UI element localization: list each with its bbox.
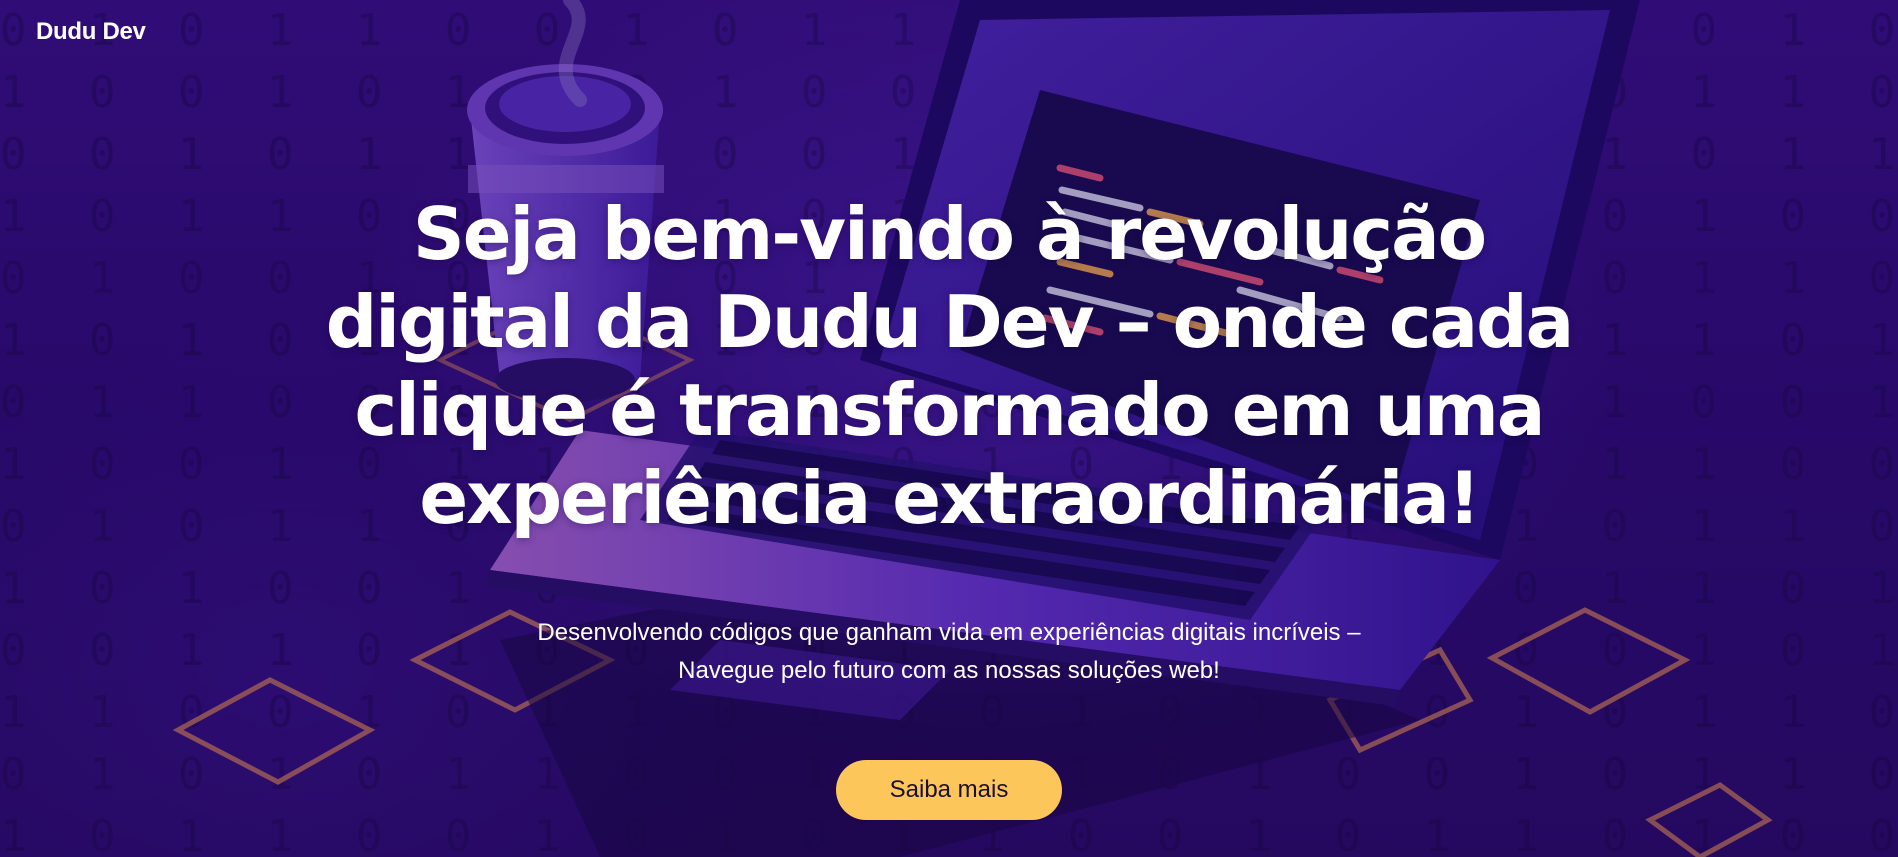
- saiba-mais-button[interactable]: Saiba mais: [836, 760, 1062, 820]
- hero-subtitle: Desenvolvendo códigos que ganham vida em…: [537, 619, 1361, 684]
- brand-logo[interactable]: Dudu Dev: [36, 18, 146, 46]
- hero-title: Seja bem-vindo à revolução digital da Du…: [325, 192, 1574, 540]
- hero-section: 0 1 0 1 1 0 0 1 0 1 1 0 1 0 0 1 0 1 1 0 …: [0, 0, 1898, 857]
- hero-content: Seja bem-vindo à revolução digital da Du…: [0, 190, 1898, 820]
